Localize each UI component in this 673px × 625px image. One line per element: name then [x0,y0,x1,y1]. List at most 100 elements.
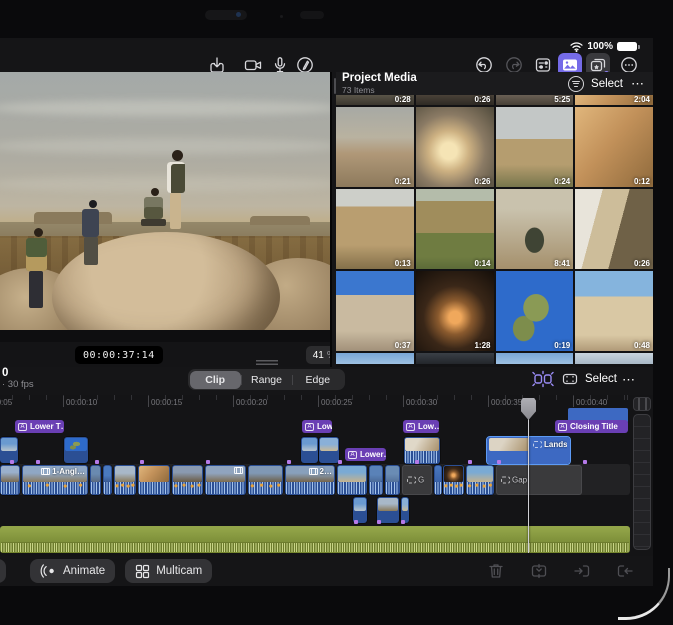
media-thumbnail[interactable]: 0:19 [496,271,574,351]
clip-duration: 8:41 [554,259,570,268]
insert-clip-icon[interactable] [572,561,592,581]
media-thumbnail[interactable] [575,353,653,364]
media-thumbnail[interactable] [416,353,494,364]
clip-marker[interactable] [36,460,40,464]
timeline-title-clip[interactable]: A Lower T… [15,420,64,433]
title-clip-label: Lower T… [30,422,64,431]
clip-marker[interactable] [377,520,381,524]
media-thumbnail[interactable]: 0:21 [336,107,414,187]
timeline-title-clip[interactable]: A Low… [302,420,332,433]
timeline-clip[interactable] [138,465,170,495]
media-thumbnail[interactable]: 0:48 [575,271,653,351]
filter-icon[interactable] [568,76,584,92]
media-thumbnail[interactable]: 1:28 [416,271,494,351]
timeline-clip[interactable] [172,465,203,495]
music-audio-clip[interactable] [0,526,630,553]
scrollbar-track[interactable] [633,414,651,550]
clip-duration: 0:19 [554,341,570,350]
clip-marker[interactable] [287,460,291,464]
timeline-clip[interactable] [114,465,136,495]
timeline-resize-handle[interactable] [256,360,278,365]
clip-duration: 0:21 [395,177,411,186]
timeline-clip[interactable] [434,465,442,495]
title-clip-label: Low… [317,422,332,431]
clip-marker[interactable] [468,460,472,464]
timeline-clip[interactable] [90,465,101,495]
clip-marker[interactable] [583,460,587,464]
timeline-clip[interactable] [248,465,283,495]
media-thumbnail[interactable]: 0:28 [336,95,414,105]
media-more-button[interactable]: ⋯ [631,76,645,92]
media-thumbnail[interactable] [336,353,414,364]
timeline-clip[interactable] [385,465,400,495]
edit-mode-button[interactable]: Clip [190,371,241,389]
clip-marker[interactable] [354,520,358,524]
timeline-clip[interactable]: G [402,465,432,495]
multicam-button[interactable]: Multicam [125,559,212,583]
ruler-tick: 00:00:25 [318,396,319,407]
media-thumbnail[interactable]: 0:14 [416,189,494,269]
playhead-handle[interactable] [521,398,536,420]
zoom-level-button[interactable]: 41 % [306,346,330,364]
timeline-title-clip[interactable]: A Closing Title [555,420,628,433]
clip-marker[interactable] [401,520,405,524]
connect-clip-icon[interactable] [561,370,579,388]
clip-marker[interactable] [95,460,99,464]
edit-mode-button[interactable]: Edge [292,371,343,389]
timeline-clip[interactable] [443,465,464,495]
media-thumbnail[interactable]: 0:24 [496,107,574,187]
ruler-timecode-label: 00:00:15 [151,398,182,407]
media-thumbnail[interactable]: 2:04 [575,95,653,105]
clip-marker[interactable] [140,460,144,464]
media-thumbnail[interactable]: 0:26 [416,95,494,105]
edit-mode-segmented-control: ClipRangeEdge [188,369,345,390]
timeline-vertical-scrollbar[interactable] [633,397,651,550]
clip-duration: 0:26 [634,259,650,268]
timeline-ruler[interactable]: 00:00:05 00:00:10 00:00:15 00:00:20 00:0… [0,395,632,410]
timeline-select-button[interactable]: Select [585,373,617,385]
timeline-clip[interactable] [337,465,367,495]
media-thumbnail[interactable]: 0:26 [416,107,494,187]
media-select-button[interactable]: Select [591,78,623,90]
track-height-button[interactable] [633,397,651,411]
clip-marker[interactable] [497,460,501,464]
media-thumbnail[interactable]: 8:41 [496,189,574,269]
timeline-more-button[interactable]: ⋯ [622,372,636,388]
media-thumbnail[interactable]: 0:26 [575,189,653,269]
clip-duration: 0:26 [474,95,490,104]
edit-mode-button[interactable]: Range [241,371,292,389]
gap-clip-icon [501,477,510,484]
ruler-tick: 00:00:35 [488,396,489,407]
timeline-clip[interactable] [103,465,112,495]
split-clip-icon[interactable] [531,370,555,388]
clip-marker[interactable] [206,460,210,464]
timeline-clip[interactable] [466,465,494,495]
media-thumbnail[interactable]: 0:37 [336,271,414,351]
delete-clip-icon[interactable] [486,561,506,581]
viewer-video-frame [0,72,330,330]
clip-label: Gap [512,476,527,485]
ruler-timecode-label: 00:00:05 [0,398,12,407]
timeline-clip[interactable] [205,465,246,495]
front-camera-icon [236,12,241,17]
timeline-panel: 00:00:05 00:00:10 00:00:15 00:00:20 00:0… [0,395,653,556]
media-thumbnail[interactable]: 5:25 [496,95,574,105]
timeline-clip[interactable]: 1-Angl… [22,465,88,495]
media-thumbnail[interactable] [496,353,574,364]
split-tool-icon[interactable] [529,561,549,581]
timeline-clip[interactable] [369,465,383,495]
timeline-clip[interactable] [0,465,20,495]
timeline-title-clip[interactable]: A Low… [403,420,439,433]
media-thumbnail[interactable]: 0:12 [575,107,653,187]
ruler-timecode-label: 00:00:10 [66,398,97,407]
timeline-clip[interactable]: Gap [496,465,582,495]
edge-tool-button[interactable] [0,559,6,583]
media-thumbnail[interactable]: 0:13 [336,189,414,269]
animate-button[interactable]: Animate [30,559,115,583]
clip-marker[interactable] [338,460,342,464]
timeline-clip[interactable]: 2… [285,465,335,495]
clip-marker[interactable] [415,460,419,464]
overwrite-clip-icon[interactable] [615,561,635,581]
cloud [0,176,330,192]
clip-marker[interactable] [10,460,14,464]
